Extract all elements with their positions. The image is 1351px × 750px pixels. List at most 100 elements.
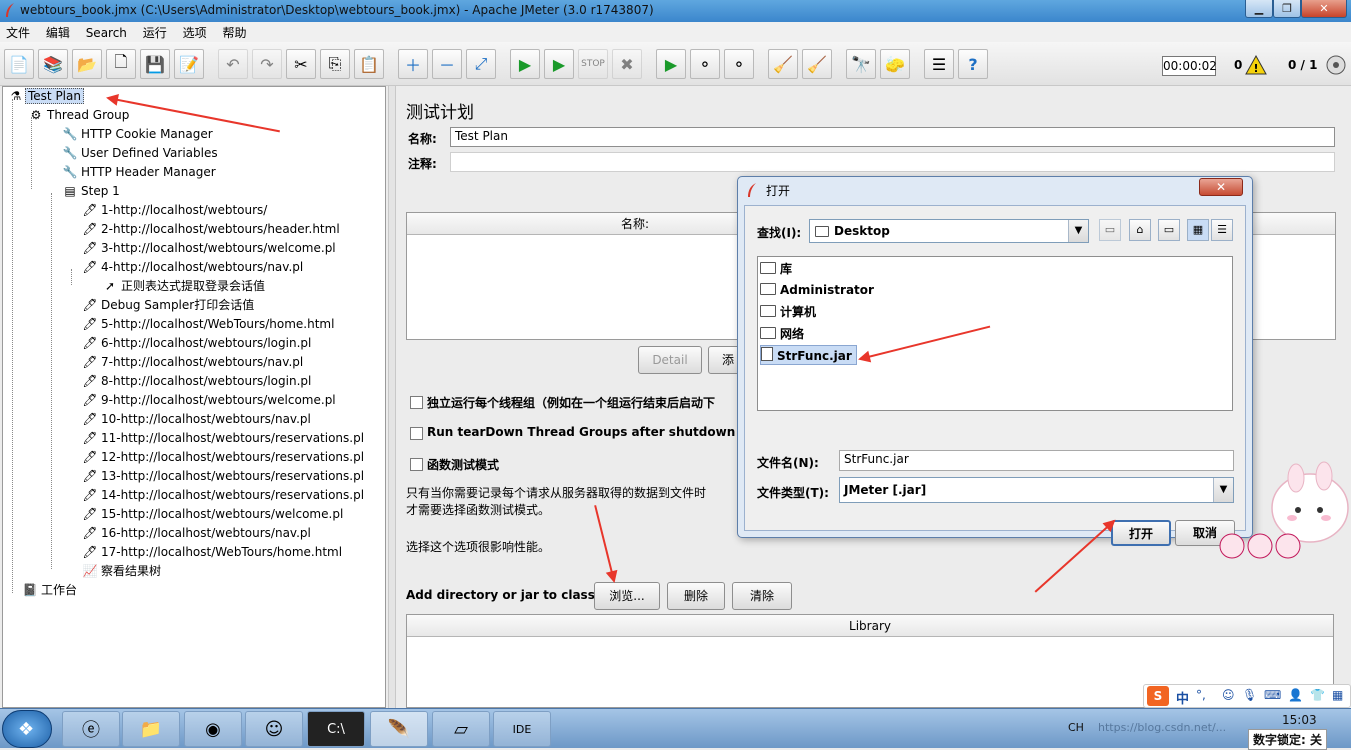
menu-help[interactable]: 帮助	[216, 22, 252, 41]
emoji-icon[interactable]: ☺	[1222, 688, 1235, 702]
functional-mode-checkbox[interactable]	[410, 458, 423, 471]
menu-edit[interactable]: 编辑	[40, 22, 76, 41]
function-helper-icon[interactable]: ☰	[924, 49, 954, 79]
menu-options[interactable]: 选项	[177, 22, 213, 41]
tree-node-sampler[interactable]: 🖊 3-http://localhost/webtours/welcome.pl	[81, 239, 338, 257]
save-icon[interactable]: 💾	[140, 49, 170, 79]
up-folder-icon[interactable]: ▭	[1099, 219, 1121, 241]
taskbar-chrome-icon[interactable]: ◉	[184, 711, 242, 747]
collapse-icon[interactable]: －	[432, 49, 462, 79]
tree-node-sampler[interactable]: 🖊 5-http://localhost/WebTours/home.html	[81, 315, 336, 333]
warning-icon[interactable]: !	[1245, 55, 1267, 75]
start-no-pause-icon[interactable]: ▶	[544, 49, 574, 79]
tree-node-debug-sampler[interactable]: 🖊 Debug Sampler打印会话值	[81, 296, 256, 314]
toggle-icon[interactable]: ⤢	[466, 49, 496, 79]
menu-run[interactable]: 运行	[137, 22, 173, 41]
tree-node-test-plan[interactable]: ⚗ Test Plan	[7, 87, 84, 105]
tree-node-sampler[interactable]: 🖊 17-http://localhost/WebTours/home.html	[81, 543, 344, 561]
clear-all-icon[interactable]: 🧹	[802, 49, 832, 79]
comment-field[interactable]	[450, 152, 1335, 172]
grid-icon[interactable]: ▦	[1332, 688, 1343, 702]
cut-icon[interactable]: ✂	[286, 49, 316, 79]
split-pane-divider[interactable]	[388, 86, 396, 708]
clear-icon[interactable]: 🧹	[768, 49, 798, 79]
maximize-button[interactable]: ❐	[1273, 0, 1301, 18]
file-item-administrator[interactable]: Administrator	[760, 280, 878, 300]
reset-search-icon[interactable]: 🧽	[880, 49, 910, 79]
dialog-close-button[interactable]: ✕	[1199, 178, 1243, 196]
skin-icon[interactable]: 👕	[1310, 688, 1325, 702]
microphone-icon[interactable]: 🎙	[1242, 688, 1257, 702]
undo-icon[interactable]: ↶	[218, 49, 248, 79]
browse-button[interactable]: 浏览...	[594, 582, 660, 610]
remote-start-icon[interactable]: ▶	[656, 49, 686, 79]
remote-shutdown-icon[interactable]: ⚬	[724, 49, 754, 79]
help-icon[interactable]: ?	[958, 49, 988, 79]
taskbar-cmd-icon[interactable]: C:\	[307, 711, 365, 747]
teardown-checkbox[interactable]	[410, 427, 423, 440]
tree-node-sampler[interactable]: 🖊 12-http://localhost/webtours/reservatio…	[81, 448, 366, 466]
details-view-icon[interactable]: ☰	[1211, 219, 1233, 241]
tree-node-sampler[interactable]: 🖊 16-http://localhost/webtours/nav.pl	[81, 524, 313, 542]
list-view-icon[interactable]: ▦	[1187, 219, 1209, 241]
menu-search[interactable]: Search	[80, 24, 133, 40]
taskbar-explorer-icon[interactable]: 📁	[122, 711, 180, 747]
start-button[interactable]: ❖	[2, 710, 52, 748]
save-screenshot-icon[interactable]: 📝	[174, 49, 204, 79]
open-icon[interactable]: 📂	[72, 49, 102, 79]
minimize-button[interactable]: ▁	[1245, 0, 1273, 18]
remote-stop-icon[interactable]: ⚬	[690, 49, 720, 79]
tree-node-sampler[interactable]: 🖊 15-http://localhost/webtours/welcome.pl	[81, 505, 345, 523]
tree-node-results-tree[interactable]: 📈 察看结果树	[81, 562, 163, 580]
language-indicator[interactable]: CH	[1068, 721, 1084, 734]
tree-node-sampler[interactable]: 🖊 9-http://localhost/webtours/welcome.pl	[81, 391, 338, 409]
home-icon[interactable]: ⌂	[1129, 219, 1151, 241]
lookin-combo[interactable]: Desktop ▼	[809, 219, 1089, 243]
delete-button[interactable]: 删除	[667, 582, 725, 610]
tree-node-header-manager[interactable]: 🔧 HTTP Header Manager	[61, 163, 218, 181]
filetype-combo[interactable]: JMeter [.jar] ▼	[839, 477, 1234, 503]
new-folder-icon[interactable]: ▭	[1158, 219, 1180, 241]
tree-node-user-defined-variables[interactable]: 🔧 User Defined Variables	[61, 144, 220, 162]
ime-mode[interactable]: 中	[1176, 688, 1189, 707]
filename-field[interactable]: StrFunc.jar	[839, 450, 1234, 471]
tree-node-sampler[interactable]: 🖊 2-http://localhost/webtours/header.html	[81, 220, 342, 238]
file-item-library[interactable]: 库	[760, 259, 796, 279]
tree-node-sampler[interactable]: 🖊 7-http://localhost/webtours/nav.pl	[81, 353, 305, 371]
tree-node-thread-group[interactable]: ⚙ Thread Group	[27, 106, 131, 124]
taskbar-javaee-icon[interactable]: IDE	[493, 711, 551, 747]
search-icon[interactable]: 🔭	[846, 49, 876, 79]
expand-icon[interactable]: ＋	[398, 49, 428, 79]
detail-button[interactable]: Detail	[638, 346, 702, 374]
tree-node-cookie-manager[interactable]: 🔧 HTTP Cookie Manager	[61, 125, 215, 143]
taskbar-jmeter-icon[interactable]: 🪶	[370, 711, 428, 747]
clear-button[interactable]: 清除	[732, 582, 792, 610]
tree-node-sampler[interactable]: 🖊 11-http://localhost/webtours/reservatio…	[81, 429, 366, 447]
tree-node-sampler[interactable]: 🖊 13-http://localhost/webtours/reservatio…	[81, 467, 366, 485]
tree-node-sampler[interactable]: 🖊 4-http://localhost/webtours/nav.pl	[81, 258, 305, 276]
start-icon[interactable]: ▶	[510, 49, 540, 79]
tree-node-sampler[interactable]: 🖊 6-http://localhost/webtours/login.pl	[81, 334, 313, 352]
close-button[interactable]: ✕	[1301, 0, 1347, 18]
shutdown-icon[interactable]: ✖	[612, 49, 642, 79]
serial-thread-groups-checkbox[interactable]	[410, 396, 423, 409]
redo-icon[interactable]: ↷	[252, 49, 282, 79]
templates-icon[interactable]: 📚	[38, 49, 68, 79]
tree-node-sampler[interactable]: 🖊 10-http://localhost/webtours/nav.pl	[81, 410, 313, 428]
chevron-down-icon[interactable]: ▼	[1068, 220, 1088, 242]
tree-node-sampler[interactable]: 🖊 14-http://localhost/webtours/reservatio…	[81, 486, 366, 504]
file-item-computer[interactable]: 计算机	[760, 302, 820, 322]
menu-file[interactable]: 文件	[0, 22, 36, 41]
clock[interactable]: 15:03	[1282, 713, 1317, 727]
keyboard-icon[interactable]: ⌨	[1264, 688, 1281, 702]
punctuation-icon[interactable]: °,	[1196, 688, 1206, 702]
new-icon[interactable]: 📄	[4, 49, 34, 79]
taskbar-ie-icon[interactable]: ⓔ	[62, 711, 120, 747]
paste-icon[interactable]: 📋	[354, 49, 384, 79]
tree-node-workbench[interactable]: 📓 工作台	[21, 581, 79, 599]
stop-icon[interactable]: STOP	[578, 49, 608, 79]
open-button[interactable]: 打开	[1111, 520, 1171, 546]
tree-node-regex-extractor[interactable]: ➚ 正则表达式提取登录会话值	[101, 277, 267, 295]
name-field[interactable]: Test Plan	[450, 127, 1335, 147]
tree-node-sampler[interactable]: 🖊 1-http://localhost/webtours/	[81, 201, 269, 219]
